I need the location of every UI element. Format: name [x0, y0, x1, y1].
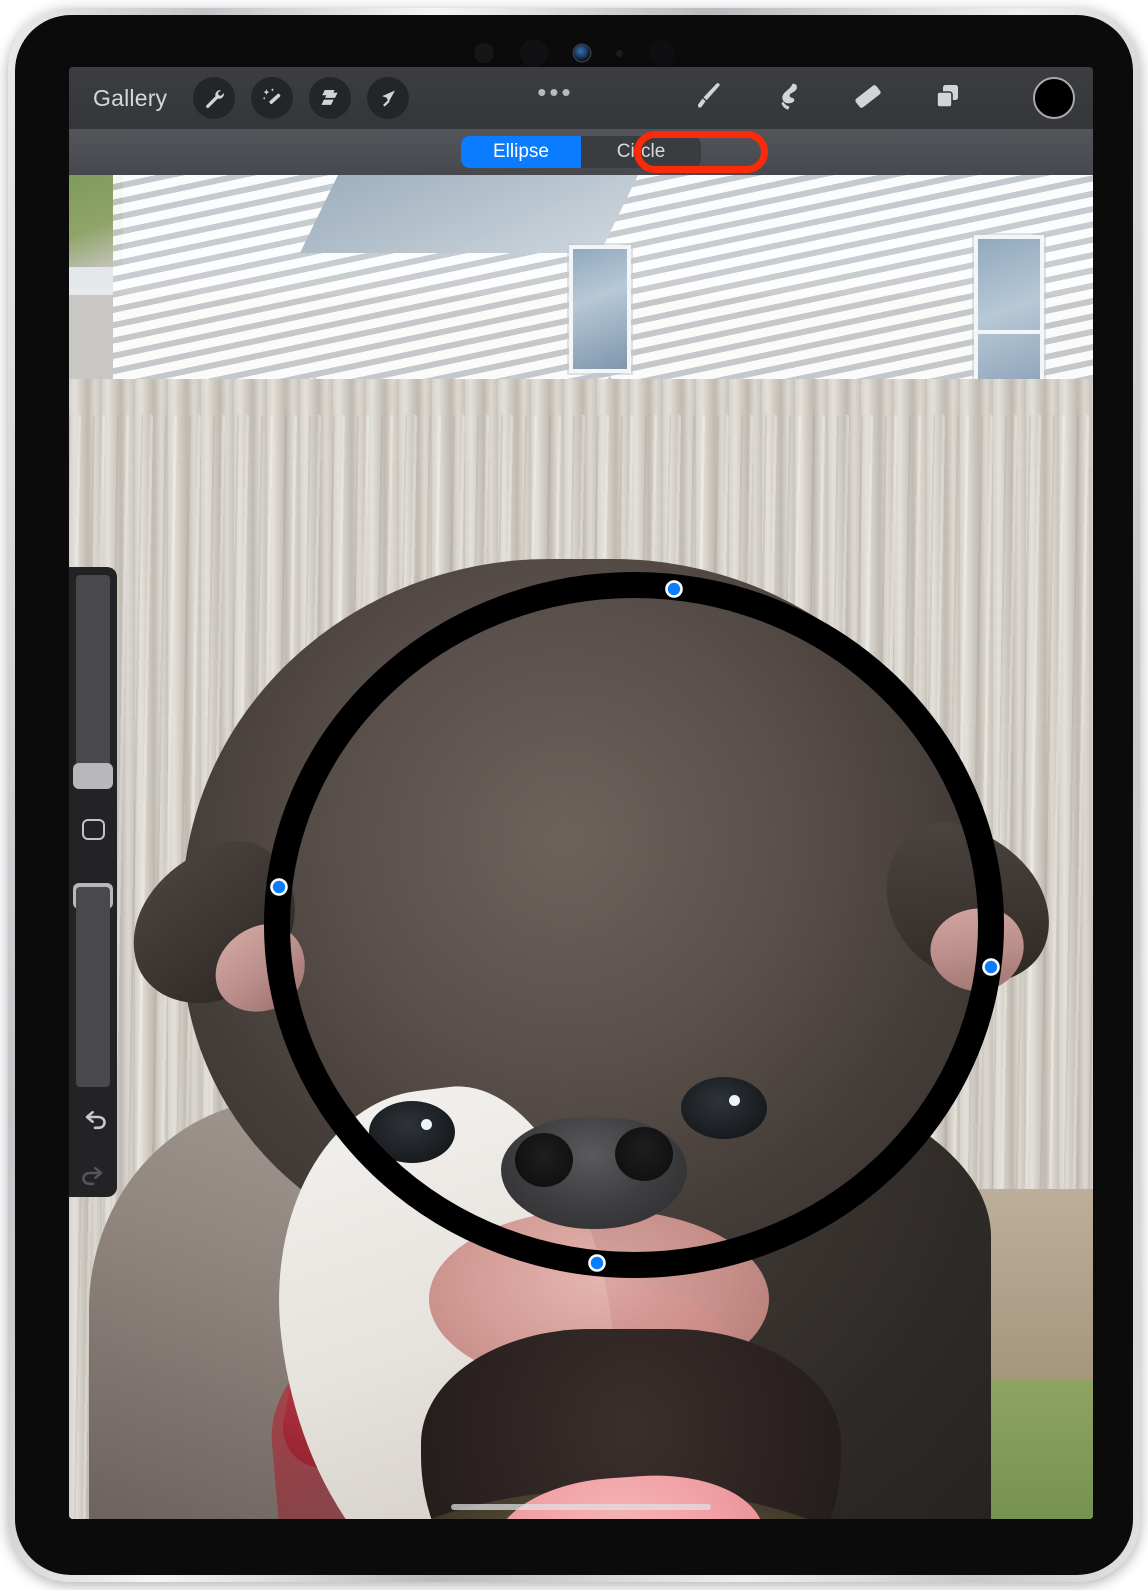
modify-button[interactable] [82, 819, 105, 840]
layers-icon [931, 79, 965, 118]
dog-photo-layer [69, 175, 1093, 1519]
gallery-button[interactable]: Gallery [87, 81, 177, 116]
eraser-button[interactable] [849, 76, 887, 120]
shape-option-bar: Ellipse Circle [69, 129, 1093, 175]
drawing-canvas[interactable] [69, 175, 1093, 1519]
selection-button[interactable] [309, 77, 352, 119]
undo-arrow-icon [79, 1110, 109, 1141]
sensor-dot [519, 39, 548, 67]
ambient-light-sensor-icon [615, 49, 623, 57]
sensor-dot [473, 43, 494, 63]
window-mullion [978, 330, 1040, 334]
actions-button[interactable] [193, 77, 236, 119]
ipad-screen: Gallery ••• Ellipse Circle [69, 67, 1093, 1519]
device-bezel: Gallery ••• Ellipse Circle [15, 15, 1133, 1575]
paint-button[interactable] [689, 76, 727, 120]
paintbrush-icon [691, 79, 725, 118]
procreate-toolbar: Gallery ••• [69, 67, 1093, 129]
eraser-icon [851, 79, 885, 118]
redo-arrow-icon [79, 1166, 109, 1197]
selection-s-icon [318, 86, 342, 110]
sensor-dot [648, 40, 675, 66]
more-options-button[interactable]: ••• [537, 79, 573, 109]
transform-arrow-icon [376, 86, 400, 110]
brush-size-slider-handle[interactable] [73, 763, 113, 789]
smudge-button[interactable] [769, 76, 807, 120]
eye-highlight [421, 1119, 432, 1130]
shape-segmented-control: Ellipse Circle [461, 136, 701, 168]
undo-button[interactable] [79, 1107, 109, 1137]
transform-button[interactable] [367, 77, 410, 119]
dog-nostril-right [615, 1127, 673, 1181]
shape-option-circle[interactable]: Circle [581, 136, 701, 168]
ipad-device: Gallery ••• Ellipse Circle [8, 8, 1140, 1582]
color-swatch-button[interactable] [1033, 77, 1075, 119]
procreate-sidebar [69, 567, 117, 1197]
house-window [569, 245, 631, 373]
home-indicator[interactable] [451, 1504, 711, 1510]
dog-eye-right [681, 1077, 767, 1139]
wrench-icon [202, 86, 226, 110]
redo-button[interactable] [79, 1163, 109, 1193]
smudge-finger-icon [771, 79, 805, 118]
magic-wand-icon [260, 86, 284, 110]
dog-nostril-left [515, 1133, 573, 1187]
brush-size-slider[interactable] [76, 575, 110, 785]
right-tool-group [689, 76, 1075, 120]
layers-button[interactable] [929, 76, 967, 120]
roof [299, 175, 639, 253]
opacity-slider[interactable] [76, 887, 110, 1087]
adjustments-button[interactable] [251, 77, 294, 119]
dog-subject [69, 529, 1093, 1519]
shape-option-ellipse[interactable]: Ellipse [461, 136, 581, 168]
front-camera-icon [573, 45, 590, 61]
dog-eye-left [369, 1101, 455, 1163]
eye-highlight [729, 1095, 740, 1106]
